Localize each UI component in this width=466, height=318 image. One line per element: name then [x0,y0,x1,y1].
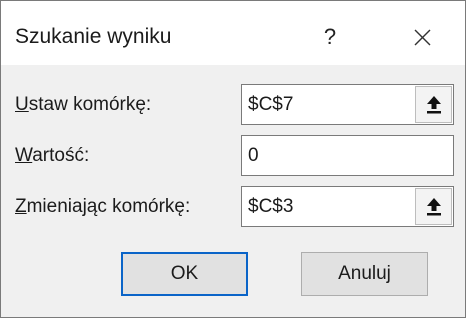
collapse-dialog-arrow-icon [427,96,441,114]
changing-cell-accel: Z [15,196,27,217]
ok-button[interactable]: OK [121,252,248,296]
set-cell-label: Ustaw komórkę: [15,94,151,116]
help-icon[interactable]: ? [319,23,341,51]
changing-cell-label: Zmieniając komórkę: [15,196,190,218]
to-value-value: 0 [248,145,259,166]
set-cell-input[interactable]: $C$7 [241,84,454,125]
cancel-button[interactable]: Anuluj [301,252,428,296]
dialog-title: Szukanie wyniku [15,25,172,48]
changing-cell-label-text: mieniając komórkę: [26,196,191,217]
set-cell-ref-button[interactable] [415,86,452,123]
title-bar: Szukanie wyniku ? [1,1,465,65]
set-cell-label-text: staw komórkę: [28,94,152,115]
to-value-label-text: artość: [32,145,90,166]
changing-cell-input[interactable]: $C$3 [241,186,454,227]
goal-seek-dialog: Szukanie wyniku ? Ustaw komórkę: $C$7 Wa… [0,0,466,318]
collapse-dialog-arrow-icon [427,198,441,216]
set-cell-value: $C$7 [248,94,294,115]
close-button[interactable] [405,21,439,53]
set-cell-accel: U [15,94,29,115]
to-value-accel: W [15,145,33,166]
to-value-input[interactable]: 0 [241,135,454,176]
changing-cell-ref-button[interactable] [415,188,452,225]
changing-cell-value: $C$3 [248,196,294,217]
close-icon [414,29,431,46]
to-value-label: Wartość: [15,145,89,167]
